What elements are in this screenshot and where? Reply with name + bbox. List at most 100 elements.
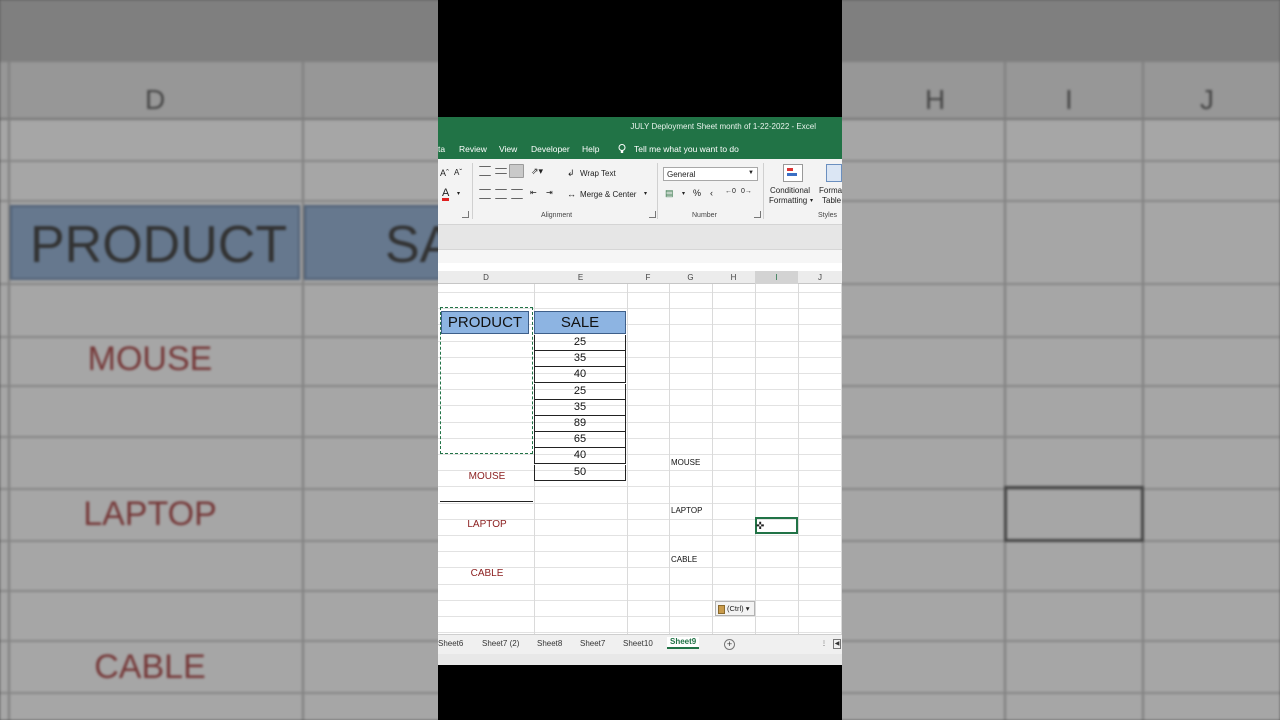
align-left-icon[interactable] — [479, 189, 491, 199]
product-mouse[interactable]: MOUSE — [441, 471, 533, 482]
label-laptop[interactable]: LAPTOP — [671, 506, 702, 515]
comma-style-button[interactable]: ‹ — [710, 188, 713, 198]
chevron-down-icon: ▼ — [748, 170, 754, 176]
bg-col-d: D — [145, 84, 166, 115]
formula-bar-strip — [438, 249, 842, 263]
sale-cell[interactable]: 25 — [534, 335, 626, 351]
number-launcher-icon[interactable] — [754, 211, 761, 218]
tab-help[interactable]: Help — [582, 144, 599, 154]
number-format-value: General — [667, 170, 696, 179]
align-top-icon[interactable] — [479, 166, 491, 176]
alignment-group-label: Alignment — [541, 212, 573, 219]
sheet-tab-sheet10[interactable]: Sheet10 — [623, 639, 653, 648]
label-cable[interactable]: CABLE — [671, 555, 697, 564]
formula-bar[interactable] — [438, 225, 842, 263]
conditional-formatting-button-2[interactable]: Formatting — [769, 196, 807, 205]
accounting-dropdown-icon[interactable]: ▾ — [682, 190, 685, 197]
bg-col-h: H — [925, 84, 946, 115]
sheet-tab-sheet7[interactable]: Sheet7 — [580, 639, 605, 648]
more-options-icon[interactable]: ⋮ — [821, 640, 827, 647]
sale-cell[interactable]: 35 — [534, 399, 626, 416]
decrease-decimal-icon[interactable]: 0→ — [741, 188, 752, 195]
col-header-g[interactable]: G — [669, 273, 712, 282]
sheet-tabs: Sheet6 Sheet7 (2) Sheet8 Sheet7 Sheet10 … — [438, 634, 842, 654]
paste-options-button[interactable]: (Ctrl) ▾ — [715, 601, 755, 616]
sale-cell[interactable]: 65 — [534, 432, 626, 449]
sale-header[interactable]: SALE — [534, 311, 626, 334]
sale-cell[interactable]: 35 — [534, 351, 626, 368]
worksheet-grid[interactable]: PRODUCT SALE MOUSE LAPTOP CABLE 25 35 40 25… — [438, 284, 842, 636]
increase-decimal-icon[interactable]: ←0 — [725, 188, 736, 195]
tab-view[interactable]: View — [499, 144, 517, 154]
copy-marquee — [440, 307, 533, 454]
sale-cell[interactable]: 50 — [534, 464, 626, 481]
merge-center-icon[interactable]: ↔ — [567, 189, 576, 199]
letterbox-top — [438, 0, 842, 117]
bg-col-i: I — [1065, 84, 1073, 115]
font-color-dropdown-icon[interactable]: ▾ — [457, 190, 460, 197]
merge-dropdown-icon[interactable]: ▾ — [644, 190, 647, 197]
scroll-left-icon[interactable]: ◀ — [833, 639, 841, 649]
orientation-icon[interactable]: ⇗▾ — [531, 166, 543, 177]
increase-font-icon[interactable]: Aˆ — [440, 168, 449, 178]
col-header-j[interactable]: J — [798, 273, 842, 282]
alignment-launcher-icon[interactable] — [649, 211, 656, 218]
format-as-table-button[interactable]: Format — [819, 186, 842, 195]
conditional-formatting-button[interactable]: Conditional — [770, 186, 810, 195]
col-header-i[interactable]: I — [755, 271, 798, 284]
label-mouse[interactable]: MOUSE — [671, 458, 700, 467]
tab-developer[interactable]: Developer — [531, 144, 570, 154]
increase-indent-icon[interactable]: ⇥ — [546, 188, 553, 197]
sheet-tab-sheet8[interactable]: Sheet8 — [537, 639, 562, 648]
title-bar: JULY Deployment Sheet month of 1-22-2022… — [438, 117, 842, 137]
sale-cell[interactable]: 25 — [534, 383, 626, 400]
sheet-tab-sheet7-2[interactable]: Sheet7 (2) — [482, 639, 519, 648]
bg-selection — [1004, 486, 1144, 542]
sale-cell[interactable]: 89 — [534, 416, 626, 432]
product-laptop[interactable]: LAPTOP — [441, 519, 533, 530]
paste-options-label: (Ctrl) — [727, 604, 744, 613]
number-format-select[interactable]: General ▼ — [663, 167, 758, 181]
sale-cell[interactable]: 40 — [534, 448, 626, 465]
tab-review[interactable]: Review — [459, 144, 487, 154]
ribbon-tabs: ta Review View Developer Help Tell me wh… — [438, 137, 842, 159]
font-color-icon[interactable]: A — [442, 188, 450, 201]
col-header-d[interactable]: D — [438, 273, 534, 282]
product-cable[interactable]: CABLE — [441, 568, 533, 579]
align-middle-icon[interactable] — [495, 168, 507, 174]
accounting-format-icon[interactable]: ▤ — [665, 188, 674, 199]
wrap-text-button[interactable]: Wrap Text — [580, 169, 616, 178]
lightbulb-icon — [618, 144, 626, 156]
add-sheet-icon[interactable]: + — [724, 639, 735, 650]
percent-style-button[interactable]: % — [693, 188, 701, 198]
format-as-table-icon[interactable] — [826, 164, 842, 182]
decrease-font-icon[interactable]: Aˇ — [454, 168, 462, 177]
column-headers: D E F G H I J — [438, 271, 842, 284]
align-bottom-icon[interactable] — [509, 164, 524, 178]
tell-me-search[interactable]: Tell me what you want to do — [634, 144, 739, 154]
window-title: JULY Deployment Sheet month of 1-22-2022… — [630, 122, 816, 131]
font-launcher-icon[interactable] — [462, 211, 469, 218]
video-frame: D H I J PRODUCT SA MOUSE LAPTOP CABLE JU… — [0, 0, 1280, 720]
status-bar — [438, 654, 842, 665]
col-header-h[interactable]: H — [712, 273, 755, 282]
align-right-icon[interactable] — [511, 189, 523, 199]
merge-center-button[interactable]: Merge & Center — [580, 190, 636, 199]
number-group-label: Number — [692, 212, 717, 219]
sheet-tab-sheet9[interactable]: Sheet9 — [667, 637, 700, 649]
align-center-icon[interactable] — [495, 189, 507, 199]
conditional-formatting-icon[interactable] — [783, 164, 803, 182]
col-header-f[interactable]: F — [627, 273, 669, 282]
decrease-indent-icon[interactable]: ⇤ — [530, 188, 537, 197]
tab-data[interactable]: ta — [438, 144, 445, 154]
excel-window: JULY Deployment Sheet month of 1-22-2022… — [438, 117, 842, 665]
conditional-dropdown-icon[interactable]: ▾ — [810, 197, 813, 204]
col-header-e[interactable]: E — [534, 273, 627, 282]
bg-item-laptop: LAPTOP — [83, 495, 217, 533]
sheet-tab-sheet6[interactable]: Sheet6 — [438, 639, 463, 648]
cell-cursor-icon: ✜ — [756, 521, 765, 532]
format-as-table-button-2[interactable]: Table — [822, 196, 841, 205]
wrap-text-icon[interactable]: ↲ — [567, 168, 575, 179]
bg-item-cable: CABLE — [94, 648, 206, 686]
sale-cell[interactable]: 40 — [534, 367, 626, 384]
